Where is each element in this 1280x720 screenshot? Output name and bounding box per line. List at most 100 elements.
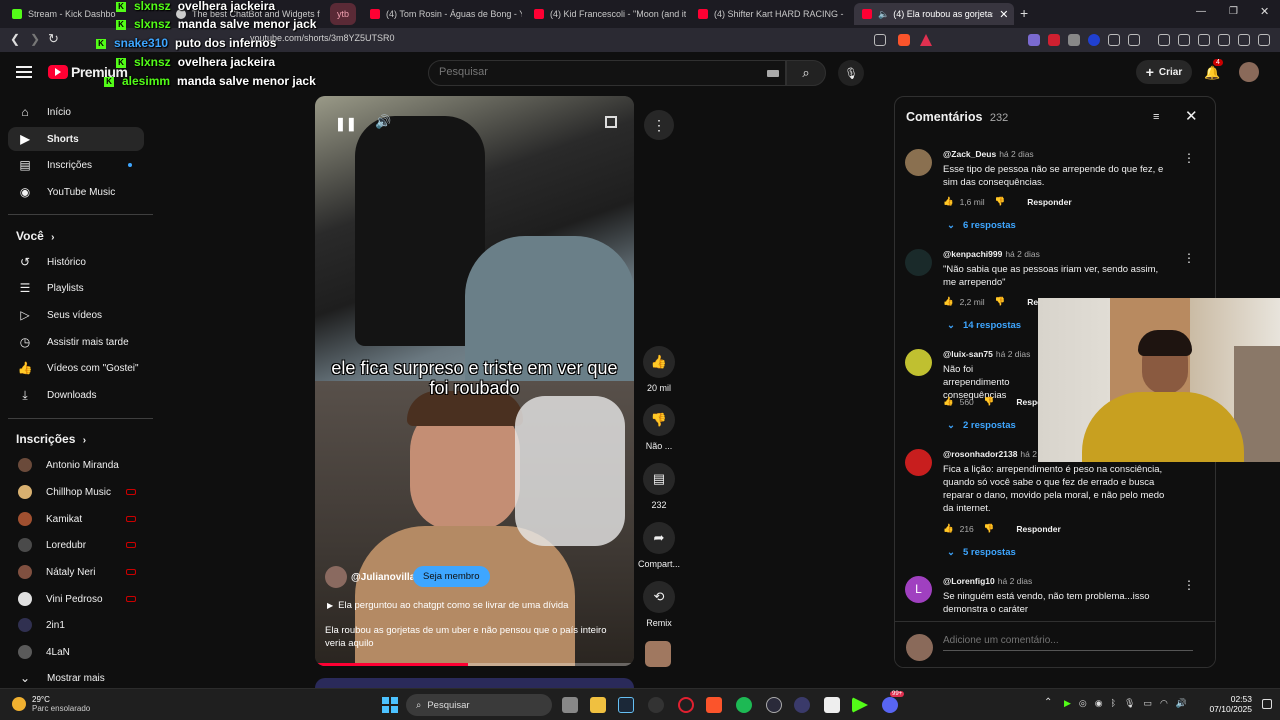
tab-kick-dashboard[interactable]: Stream - Kick Dashboard [4, 3, 116, 25]
comment-avatar[interactable] [905, 149, 932, 176]
sidebar-icon[interactable] [1178, 34, 1190, 46]
sidebar-show-more[interactable]: ⌄ Mostrar mais [8, 666, 144, 690]
like-button[interactable]: 👍 20 mil [642, 346, 676, 393]
fullscreen-icon[interactable] [605, 116, 617, 128]
replies-toggle[interactable]: ⌄ 14 respostas [947, 320, 1021, 331]
thumbs-down-icon[interactable]: 👎 [984, 523, 995, 534]
file-explorer-icon[interactable] [590, 697, 606, 713]
reload-icon[interactable]: ↻ [48, 31, 59, 47]
sidebar-item-inicio[interactable]: ⌂ Início [8, 100, 144, 124]
comment-author[interactable]: @Zack_Deus [943, 149, 996, 159]
vpn-icon[interactable] [1238, 34, 1250, 46]
sidebar-item-historico[interactable]: ↺ Histórico [8, 250, 144, 274]
spotify-icon[interactable] [736, 697, 752, 713]
app-icon[interactable] [794, 697, 810, 713]
brave-shield-icon[interactable] [898, 34, 910, 46]
comment-more-icon[interactable]: ⋮ [1183, 251, 1195, 265]
sidebar-sub-nataly-neri[interactable]: Nátaly Neri [8, 560, 144, 584]
voice-search-button[interactable]: 🎙 [838, 60, 864, 86]
comment-author[interactable]: @kenpachi999 [943, 249, 1002, 259]
channel-avatar[interactable] [325, 566, 347, 588]
tab-group-ytb[interactable]: ytb [330, 3, 356, 25]
minimize-icon[interactable]: — [1196, 6, 1206, 17]
opera-icon[interactable] [678, 697, 694, 713]
music-icon[interactable] [1158, 34, 1170, 46]
extension-icon[interactable] [1108, 34, 1120, 46]
bluetooth-icon[interactable]: ᛒ [1111, 698, 1116, 709]
maximize-icon[interactable]: ❐ [1229, 6, 1238, 17]
sidebar-item-videos-gostei[interactable]: 👍 Vídeos com "Gostei" [8, 356, 144, 380]
audio-line[interactable]: ▶ Ela perguntou ao chatgpt como se livrar… [327, 600, 568, 611]
steam-icon[interactable] [618, 697, 634, 713]
kick-studio-icon[interactable] [852, 697, 868, 713]
extension-icon[interactable] [1048, 34, 1060, 46]
replies-toggle[interactable]: ⌄ 6 respostas [947, 220, 1016, 231]
obs-icon[interactable] [766, 697, 782, 713]
reply-button[interactable]: Responder [1027, 197, 1071, 207]
pause-icon[interactable]: ❚❚ [335, 116, 357, 132]
sidebar-sub-vini-pedroso[interactable]: Vini Pedroso [8, 587, 144, 611]
comment-avatar[interactable] [905, 249, 932, 276]
tab-kid-francescoli[interactable]: (4) Kid Francescoli - "Moon (and it w [526, 3, 686, 25]
discord-icon[interactable]: 99+ [882, 691, 905, 713]
new-tab-button[interactable]: + [1020, 5, 1028, 21]
dislike-button[interactable]: 👎 Não ... [642, 404, 676, 451]
tray-app-icon[interactable]: ◎ [1079, 698, 1087, 709]
sidebar-voce-heading[interactable]: Você › [16, 229, 54, 243]
start-button[interactable] [382, 697, 398, 713]
forward-icon[interactable]: ❯ [30, 32, 40, 46]
sidebar-inscricoes-heading[interactable]: Inscrições › [16, 432, 86, 446]
close-window-icon[interactable]: ✕ [1260, 5, 1269, 18]
task-view-icon[interactable] [562, 697, 578, 713]
keyboard-icon[interactable] [767, 70, 779, 77]
notification-center-icon[interactable] [1262, 699, 1272, 709]
reply-button[interactable]: Responder [1016, 524, 1060, 534]
screen-icon[interactable] [874, 34, 886, 46]
tab-shifter-kart[interactable]: (4) Shifter Kart HARD RACING - POV [690, 3, 846, 25]
search-button[interactable]: ⌕ [786, 60, 826, 86]
add-comment-input[interactable] [943, 635, 1193, 651]
thumbs-down-icon[interactable]: 👎 [995, 296, 1006, 307]
volume-icon[interactable]: 🔊 [1176, 698, 1187, 709]
clock[interactable]: 02:53 07/10/2025 [1208, 694, 1252, 714]
account-avatar[interactable] [1239, 62, 1259, 82]
comment-avatar[interactable]: L [905, 576, 932, 603]
comment-avatar[interactable] [905, 449, 932, 476]
brave-icon[interactable] [706, 697, 722, 713]
sidebar-sub-2in1[interactable]: 2in1 [8, 613, 144, 637]
chevron-up-icon[interactable]: ⌃ [1044, 697, 1052, 708]
sidebar-item-shorts[interactable]: ▶ Shorts [8, 127, 144, 151]
remix-button[interactable]: ⟲ Remix [642, 581, 676, 628]
comment-more-icon[interactable]: ⋮ [1183, 578, 1195, 592]
thumbs-down-icon[interactable]: 👎 [995, 196, 1006, 207]
wallet-icon[interactable] [1198, 34, 1210, 46]
comment-avatar[interactable] [905, 349, 932, 376]
sidebar-sub-4lan[interactable]: 4LaN [8, 640, 144, 664]
replies-toggle[interactable]: ⌄ 2 respostas [947, 420, 1016, 431]
puzzle-icon[interactable] [1128, 34, 1140, 46]
sound-thumbnail[interactable] [645, 641, 671, 667]
document-icon[interactable] [824, 697, 840, 713]
sidebar-sub-antonio-miranda[interactable]: Antonio Miranda [8, 453, 144, 477]
thumbs-down-icon[interactable]: 👎 [984, 396, 995, 407]
share-button[interactable]: ➦ Compart... [636, 522, 682, 569]
sidebar-item-youtube-music[interactable]: ◉ YouTube Music [8, 180, 144, 204]
tray-app-icon[interactable]: ◉ [1095, 698, 1103, 709]
join-button[interactable]: Seja membro [413, 566, 490, 587]
close-icon[interactable]: ✕ [1185, 107, 1198, 125]
menu-icon[interactable] [1258, 34, 1270, 46]
sidebar-sub-kamikat[interactable]: Kamikat [8, 507, 144, 531]
sidebar-item-inscricoes[interactable]: ▤ Inscrições [8, 153, 144, 177]
brave-rewards-icon[interactable] [920, 34, 932, 46]
comment-author[interactable]: @luix-san75 [943, 349, 993, 359]
notifications-button[interactable]: 🔔 4 [1204, 59, 1223, 80]
shorts-video-player[interactable]: ele fica surpreso e triste em ver que fo… [315, 96, 634, 666]
search-box[interactable] [428, 60, 786, 86]
mic-icon[interactable]: 🎙 [1124, 698, 1135, 709]
thumbs-up-icon[interactable]: 👍 [943, 523, 954, 534]
extension-icon[interactable] [1088, 34, 1100, 46]
volume-icon[interactable]: 🔊 [375, 114, 391, 130]
sidebar-item-downloads[interactable]: ⤓ Downloads [8, 383, 144, 407]
more-options-icon[interactable]: ⋮ [644, 110, 674, 140]
kick-tray-icon[interactable]: ▶ [1064, 698, 1071, 709]
